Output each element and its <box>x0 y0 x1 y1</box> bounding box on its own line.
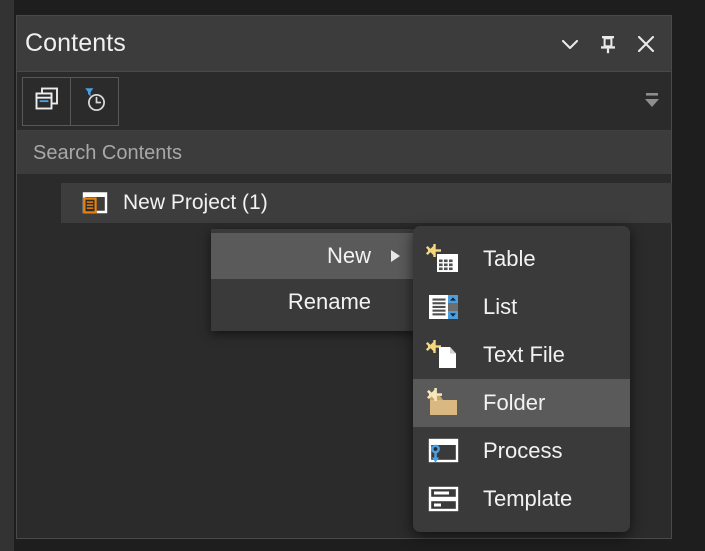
context-menu-item-label: Rename <box>287 289 371 314</box>
close-panel-button[interactable] <box>627 25 665 63</box>
submenu-item-template[interactable]: Template <box>413 475 630 523</box>
collapse-triangle-icon <box>641 88 663 117</box>
new-submenu: Table List Text File Folder Process Temp… <box>413 226 630 532</box>
page-title: Contents <box>25 29 126 57</box>
submenu-item-process[interactable]: Process <box>413 427 630 475</box>
left-dock-strip <box>0 0 14 551</box>
submenu-item-label: Process <box>483 438 563 463</box>
toolbar-button-group <box>22 77 119 126</box>
panel-titlebar: Contents <box>17 16 671 72</box>
search-bar[interactable] <box>17 131 671 176</box>
submenu-item-list[interactable]: List <box>413 283 630 331</box>
tree-item-label: New Project (1) <box>123 191 268 214</box>
submenu-item-table[interactable]: Table <box>413 235 630 283</box>
submenu-item-label: Template <box>483 486 573 511</box>
context-menu: New Rename <box>211 229 415 331</box>
search-input[interactable] <box>31 131 635 176</box>
submenu-arrow-icon <box>391 250 400 262</box>
submenu-item-label: Table <box>483 246 536 271</box>
toolbar-overflow-button[interactable] <box>640 89 664 115</box>
list-by-snapshot-time-button[interactable] <box>70 78 118 125</box>
context-menu-item-label: New <box>326 243 371 268</box>
application-background: Contents Search Contents New Project (1)… <box>0 0 705 551</box>
project-document-icon <box>81 189 109 217</box>
submenu-item-label: Folder <box>483 390 546 415</box>
panel-toolbar <box>17 72 671 131</box>
clock-filter-icon <box>80 84 110 119</box>
panel-menu-button[interactable] <box>551 25 589 63</box>
chevron-down-icon <box>558 32 582 56</box>
new-text-file-icon <box>425 337 463 373</box>
stacked-windows-icon <box>32 84 62 119</box>
context-menu-item-rename[interactable]: Rename <box>211 279 415 325</box>
titlebar-button-group <box>551 16 665 71</box>
submenu-item-label: List <box>483 294 518 319</box>
context-menu-item-new[interactable]: New <box>211 233 415 279</box>
pin-panel-button[interactable] <box>589 25 627 63</box>
new-process-icon <box>425 433 463 469</box>
submenu-item-folder[interactable]: Folder <box>413 379 630 427</box>
new-list-icon <box>425 289 463 325</box>
submenu-item-label: Text File <box>483 342 565 367</box>
pin-icon <box>596 32 620 56</box>
new-template-icon <box>425 481 463 517</box>
close-icon <box>634 32 658 56</box>
new-folder-icon <box>425 385 463 421</box>
list-by-drawing-order-button[interactable] <box>23 78 70 125</box>
tree-item-new-project[interactable]: New Project (1) <box>61 183 672 223</box>
submenu-item-text-file[interactable]: Text File <box>413 331 630 379</box>
new-table-icon <box>425 241 463 277</box>
